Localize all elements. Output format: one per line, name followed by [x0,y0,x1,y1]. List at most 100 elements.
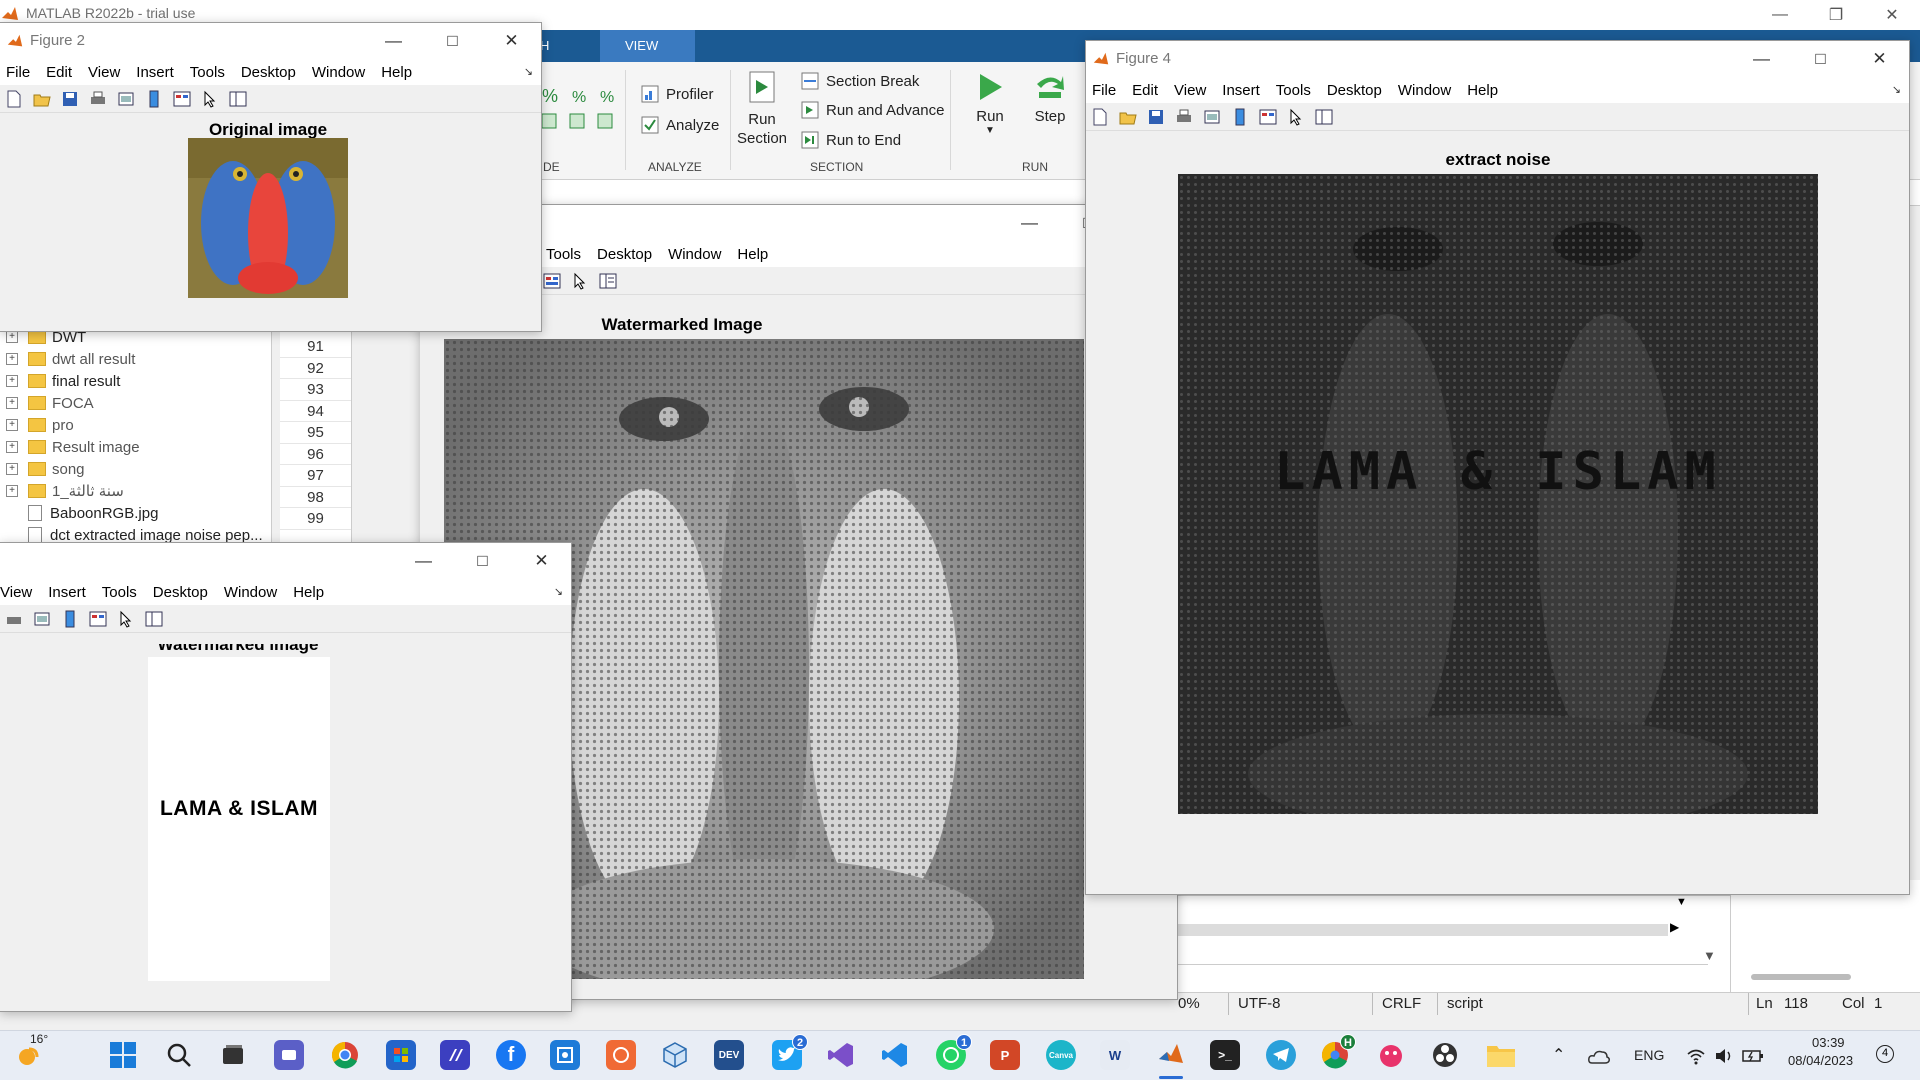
watermark-image[interactable]: LAMA & ISLAM [148,657,330,981]
menu-file[interactable]: File [6,64,30,81]
expand-icon[interactable]: + [6,419,18,431]
telegram-app[interactable] [1266,1040,1296,1070]
plot-browser-icon[interactable] [229,90,247,108]
plot-browser-icon[interactable] [599,272,617,290]
run-to-end-button[interactable]: Run to End [800,130,901,150]
folder-item[interactable]: + سنة ثالثة_1 [0,480,124,502]
run-dropdown-icon[interactable]: ▼ [960,125,1020,136]
dock-icon[interactable]: ↘ [1892,83,1901,96]
minimize-icon[interactable]: — [364,23,423,59]
step-button[interactable]: Step [1022,70,1078,125]
powerpoint-app[interactable]: P [990,1040,1020,1070]
menu-insert[interactable]: Insert [48,584,86,601]
file-explorer-app[interactable] [1486,1040,1516,1070]
whatsapp-app[interactable]: 1 [936,1034,972,1070]
menu-help[interactable]: Help [737,246,768,263]
plot-browser-icon[interactable] [145,610,163,628]
plot-browser-icon[interactable] [1315,108,1333,126]
menu-edit[interactable]: Edit [1132,82,1158,99]
menu-desktop[interactable]: Desktop [153,584,208,601]
property-inspector-icon[interactable] [1259,108,1277,126]
maximize-icon[interactable]: □ [453,543,512,579]
file-item[interactable]: BaboonRGB.jpg [0,502,158,524]
visual-studio-app[interactable] [826,1040,856,1070]
property-inspector-icon[interactable] [173,90,191,108]
minimize-icon[interactable]: — [1000,205,1059,241]
folder-item[interactable]: + Result image [0,436,140,458]
menu-window[interactable]: Window [1398,82,1451,99]
pointer-icon[interactable] [571,272,589,290]
expand-icon[interactable]: + [6,397,18,409]
menu-view[interactable]: View [0,584,32,601]
menu-tools[interactable]: Tools [1276,82,1311,99]
menu-desktop[interactable]: Desktop [1327,82,1382,99]
menu-edit[interactable]: Edit [46,64,72,81]
section-break-button[interactable]: Section Break [800,71,919,91]
expand-panel-icon[interactable]: ▼ [1703,948,1716,963]
folder-item[interactable]: + final result [0,370,120,392]
print-icon[interactable] [5,610,23,628]
panel-scrollbar[interactable] [1751,974,1851,980]
menu-view[interactable]: View [88,64,120,81]
search-button[interactable] [164,1040,194,1070]
expand-icon[interactable]: + [6,441,18,453]
open-file-icon[interactable] [1119,108,1137,126]
pink-app[interactable] [1376,1040,1406,1070]
analyze-button[interactable]: Analyze [640,115,719,135]
colorbar-icon[interactable] [145,90,163,108]
close-icon[interactable]: ✕ [1850,41,1909,77]
canva-app[interactable]: Canva [1046,1040,1076,1070]
scroll-right-icon[interactable]: ▶ [1670,920,1679,934]
expand-icon[interactable]: + [6,353,18,365]
menu-tools[interactable]: Tools [546,246,581,263]
orange-app[interactable] [606,1040,636,1070]
vscode-app[interactable] [880,1040,910,1070]
save-icon[interactable] [1147,108,1165,126]
close-icon[interactable]: ✕ [1864,0,1920,30]
wifi-icon[interactable] [1686,1047,1706,1065]
menu-help[interactable]: Help [381,64,412,81]
task-view-button[interactable] [218,1040,248,1070]
folder-item[interactable]: + dwt all result [0,348,135,370]
start-button[interactable] [108,1040,138,1070]
language-indicator[interactable]: ENG [1634,1047,1664,1063]
store-app[interactable] [386,1040,416,1070]
extracted-noise-image[interactable]: LAMA & ISLAM [1178,174,1818,814]
restore-icon[interactable]: ❐ [1808,0,1864,30]
code-tools-icon[interactable]: %%% [542,84,622,134]
dock-icon[interactable]: ↘ [524,65,533,78]
menu-window[interactable]: Window [668,246,721,263]
expand-icon[interactable]: + [6,331,18,343]
link-plot-icon[interactable] [117,90,135,108]
new-figure-icon[interactable] [5,90,23,108]
menu-help[interactable]: Help [1467,82,1498,99]
expand-icon[interactable]: + [6,375,18,387]
folder-item[interactable]: + FOCA [0,392,94,414]
print-icon[interactable] [89,90,107,108]
scroll-down-icon[interactable]: ▼ [1676,896,1687,908]
matlab-app[interactable] [1156,1040,1186,1079]
save-icon[interactable] [61,90,79,108]
word-app[interactable]: W [1100,1040,1130,1070]
folder-item[interactable]: + song [0,458,85,480]
command-window-area[interactable]: ▶ ▼ [1178,895,1730,992]
chrome-app[interactable] [330,1040,360,1070]
close-icon[interactable]: ✕ [482,23,541,59]
link-plot-icon[interactable] [33,610,51,628]
open-file-icon[interactable] [33,90,51,108]
pointer-icon[interactable] [1287,108,1305,126]
colorbar-icon[interactable] [61,610,79,628]
expand-icon[interactable]: + [6,485,18,497]
obs-app[interactable] [1430,1040,1460,1070]
link-plot-icon[interactable] [1203,108,1221,126]
facebook-app[interactable]: f [496,1040,526,1070]
profiler-button[interactable]: Profiler [640,84,714,104]
show-hidden-icons-icon[interactable]: ⌃ [1552,1045,1565,1065]
folder-item[interactable]: + pro [0,414,74,436]
cube-app[interactable] [660,1040,690,1070]
volume-icon[interactable] [1714,1047,1734,1065]
terminal-app[interactable]: >_ [1210,1040,1240,1070]
print-icon[interactable] [1175,108,1193,126]
battery-icon[interactable] [1742,1048,1764,1064]
notification-count[interactable]: 4 [1876,1045,1894,1063]
